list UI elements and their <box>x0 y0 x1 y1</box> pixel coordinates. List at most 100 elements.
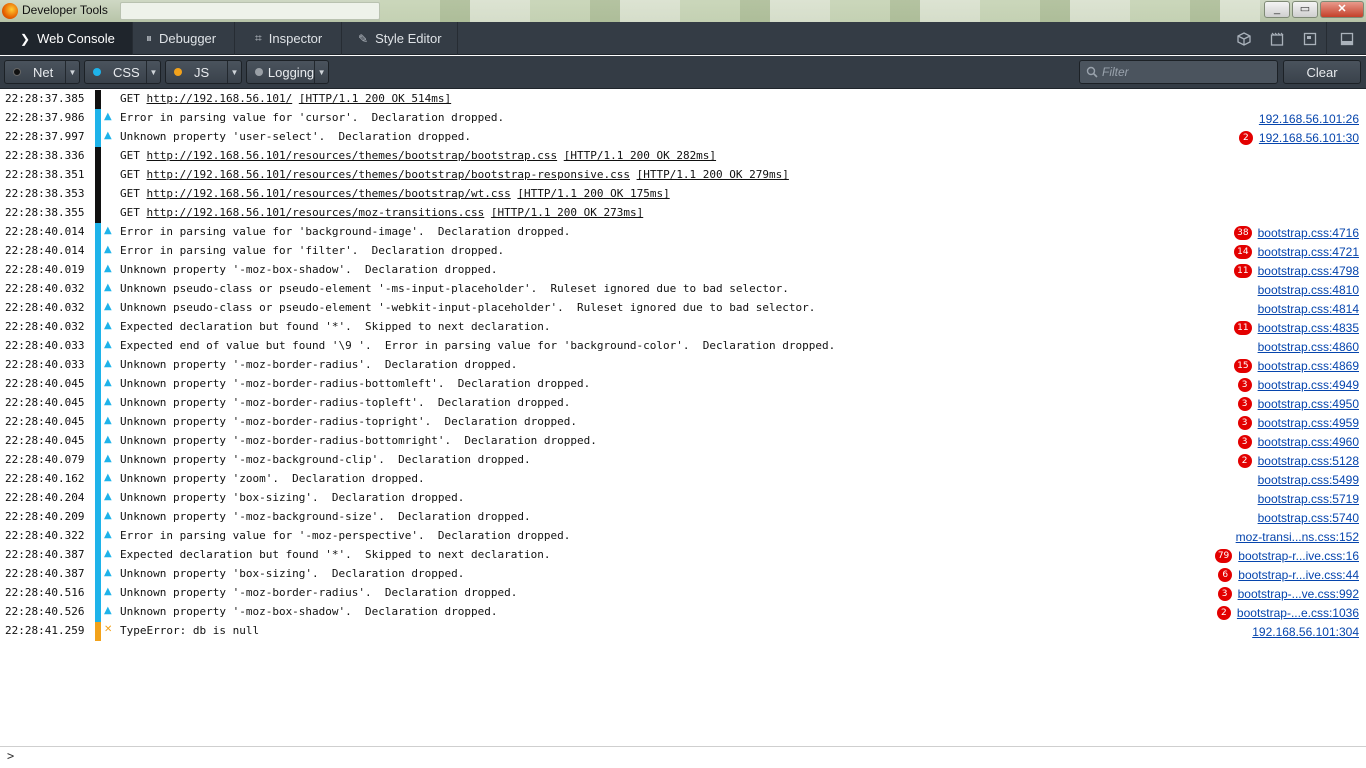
request-url-link[interactable]: http://192.168.56.101/resources/moz-tran… <box>147 206 485 219</box>
log-category-marker <box>95 337 101 356</box>
source-location-link[interactable]: bootstrap.css:4950 <box>1258 397 1359 411</box>
close-button[interactable]: ✕ <box>1320 1 1364 18</box>
log-row: 22:28:40.387 ▲ Expected declaration but fo… <box>0 546 1366 565</box>
source-location-link[interactable]: bootstrap.css:5499 <box>1258 473 1359 487</box>
tab-label: Web Console <box>37 31 115 46</box>
log-category-marker <box>95 299 101 318</box>
log-row: 22:28:40.387 ▲ Unknown property 'box-sizin… <box>0 565 1366 584</box>
source-location-link[interactable]: bootstrap.css:5740 <box>1258 511 1359 525</box>
log-category-marker <box>95 432 101 451</box>
warning-icon: ▲ <box>104 130 112 141</box>
source-location-link[interactable]: bootstrap.css:4949 <box>1258 378 1359 392</box>
log-timestamp: 22:28:37.986 <box>5 111 85 124</box>
source-location-link[interactable]: bootstrap.css:4814 <box>1258 302 1359 316</box>
devtools-tabbar: ❯ Web Console ⏸ Debugger ⌗ Inspector ✎ S… <box>0 22 1366 55</box>
filter-search-input[interactable]: Filter <box>1079 60 1278 84</box>
source-location-link[interactable]: bootstrap.css:4810 <box>1258 283 1359 297</box>
filter-net-button[interactable]: Net ▼ <box>4 60 80 84</box>
error-icon: ✕ <box>104 624 113 635</box>
log-message: Unknown property '-moz-box-shadow'. Decl… <box>120 605 498 618</box>
log-category-marker <box>95 375 101 394</box>
filter-js-button[interactable]: JS ▼ <box>165 60 242 84</box>
dock-icon[interactable] <box>1326 22 1366 55</box>
source-location-link[interactable]: bootstrap.css:4869 <box>1258 359 1359 373</box>
log-category-marker <box>95 565 101 584</box>
source-location-link[interactable]: bootstrap.css:4721 <box>1258 245 1359 259</box>
log-category-marker <box>95 622 101 641</box>
warning-icon: ▲ <box>104 396 112 407</box>
logging-dot-icon <box>255 68 263 76</box>
log-category-marker <box>95 318 101 337</box>
repeat-count-badge: 2 <box>1238 131 1253 145</box>
request-url-link[interactable]: http://192.168.56.101/resources/themes/b… <box>147 187 511 200</box>
log-category-marker <box>95 261 101 280</box>
response-status-link[interactable]: [HTTP/1.1 200 OK 175ms] <box>517 187 669 200</box>
source-location-link[interactable]: bootstrap-r...ive.css:16 <box>1238 549 1359 563</box>
request-url-link[interactable]: http://192.168.56.101/resources/themes/b… <box>147 149 558 162</box>
warning-icon: ▲ <box>104 358 112 369</box>
console-command-input[interactable] <box>20 749 1360 766</box>
chevron-down-icon[interactable]: ▼ <box>65 61 79 83</box>
repeat-count-badge: 3 <box>1237 397 1252 411</box>
filter-logging-button[interactable]: Logging ▼ <box>246 60 329 84</box>
source-location-link[interactable]: bootstrap.css:4716 <box>1258 226 1359 240</box>
log-message: Unknown property 'box-sizing'. Declarati… <box>120 567 465 580</box>
source-location-link[interactable]: bootstrap.css:4835 <box>1258 321 1359 335</box>
source-location-link[interactable]: 192.168.56.101:26 <box>1259 112 1359 126</box>
log-category-marker <box>95 489 101 508</box>
log-row: 22:28:40.045 ▲ Unknown property '-moz-bord… <box>0 432 1366 451</box>
log-message: Unknown property '-moz-box-shadow'. Decl… <box>120 263 498 276</box>
tab-style-editor[interactable]: ✎ Style Editor <box>342 22 458 55</box>
source-location-link[interactable]: bootstrap-...e.css:1036 <box>1237 606 1359 620</box>
source-location-link[interactable]: bootstrap.css:5719 <box>1258 492 1359 506</box>
source-location-link[interactable]: moz-transi...ns.css:152 <box>1236 530 1359 544</box>
chevron-down-icon[interactable]: ▼ <box>227 61 241 83</box>
responsive-icon[interactable] <box>1260 22 1293 55</box>
scratchpad-icon[interactable] <box>1293 22 1326 55</box>
tab-web-console[interactable]: ❯ Web Console <box>0 22 133 55</box>
chevron-down-icon[interactable]: ▼ <box>314 61 328 83</box>
source-location-link[interactable]: bootstrap.css:4798 <box>1258 264 1359 278</box>
source-location-link[interactable]: bootstrap.css:4960 <box>1258 435 1359 449</box>
minimize-button[interactable]: _ <box>1264 1 1290 18</box>
tab-inspector[interactable]: ⌗ Inspector <box>235 22 342 55</box>
log-timestamp: 22:28:40.322 <box>5 529 85 542</box>
source-location-link[interactable]: 192.168.56.101:30 <box>1259 131 1359 145</box>
response-status-link[interactable]: [HTTP/1.1 200 OK 273ms] <box>491 206 643 219</box>
request-url-link[interactable]: http://192.168.56.101/resources/themes/b… <box>147 168 630 181</box>
warning-icon: ▲ <box>104 472 112 483</box>
source-location-link[interactable]: bootstrap.css:5128 <box>1258 454 1359 468</box>
log-category-marker <box>95 470 101 489</box>
log-row: 22:28:40.045 ▲ Unknown property '-moz-bord… <box>0 375 1366 394</box>
maximize-button[interactable]: ▭ <box>1292 1 1318 18</box>
response-status-link[interactable]: [HTTP/1.1 200 OK 279ms] <box>637 168 789 181</box>
filter-css-button[interactable]: CSS ▼ <box>84 60 161 84</box>
source-location-link[interactable]: 192.168.56.101:304 <box>1252 625 1359 639</box>
log-row: 22:28:40.033 ▲ Expected end of value but f… <box>0 337 1366 356</box>
response-status-link[interactable]: [HTTP/1.1 200 OK 514ms] <box>299 92 451 105</box>
log-row: 22:28:40.045 ▲ Unknown property '-moz-bord… <box>0 413 1366 432</box>
log-message: Unknown property '-moz-border-radius-bot… <box>120 377 591 390</box>
source-location-link[interactable]: bootstrap.css:4860 <box>1258 340 1359 354</box>
source-location-link[interactable]: bootstrap-...ve.css:992 <box>1238 587 1359 601</box>
source-location-link[interactable]: bootstrap-r...ive.css:44 <box>1238 568 1359 582</box>
log-row: 22:28:40.526 ▲ Unknown property '-moz-box-… <box>0 603 1366 622</box>
tab-label: Style Editor <box>375 31 442 46</box>
chevron-down-icon[interactable]: ▼ <box>146 61 160 83</box>
clear-button[interactable]: Clear <box>1283 60 1361 84</box>
log-category-marker <box>95 223 101 242</box>
log-row: 22:28:40.014 ▲ Error in parsing value for … <box>0 223 1366 242</box>
log-row: 22:28:41.259 ✕ TypeError: db is null 192.16… <box>0 622 1366 641</box>
css-dot-icon <box>93 68 101 76</box>
request-url-link[interactable]: http://192.168.56.101/ <box>147 92 293 105</box>
repeat-count-badge: 3 <box>1237 378 1252 392</box>
tab-debugger[interactable]: ⏸ Debugger <box>133 22 235 55</box>
log-message: GET http://192.168.56.101/resources/them… <box>120 149 717 162</box>
inspector-icon: ⌗ <box>255 31 262 45</box>
response-status-link[interactable]: [HTTP/1.1 200 OK 282ms] <box>564 149 716 162</box>
log-row: 22:28:37.986 ▲ Error in parsing value for … <box>0 109 1366 128</box>
source-location-link[interactable]: bootstrap.css:4959 <box>1258 416 1359 430</box>
net-dot-icon <box>13 68 21 76</box>
warning-icon: ▲ <box>104 567 112 578</box>
3d-view-icon[interactable] <box>1227 22 1260 55</box>
